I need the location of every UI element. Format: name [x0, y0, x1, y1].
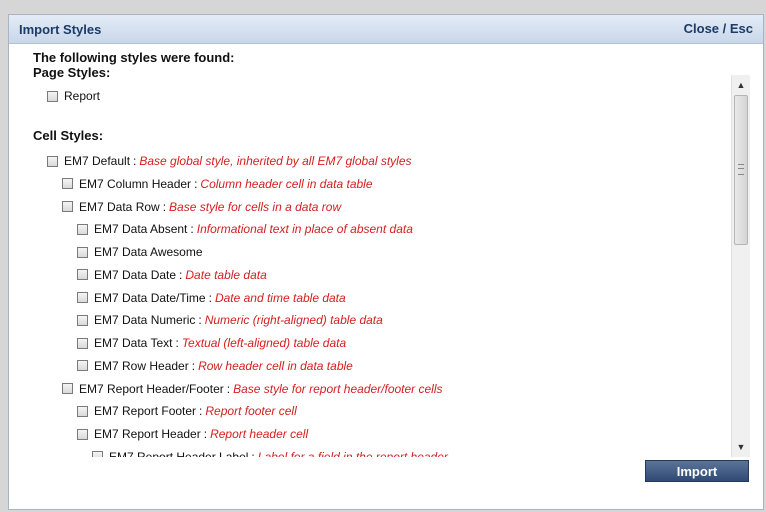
style-checkbox[interactable] — [77, 292, 88, 303]
style-row[interactable]: EM7 Data Date: Date table data — [77, 266, 267, 284]
name-separator: : — [194, 176, 198, 191]
style-row[interactable]: EM7 Data Numeric: Numeric (right-aligned)… — [77, 311, 383, 329]
name-separator: : — [251, 449, 255, 457]
style-checkbox[interactable] — [77, 428, 88, 440]
style-description: Date table data — [185, 267, 267, 282]
style-checkbox[interactable] — [62, 201, 73, 212]
style-name: EM7 Report Header — [94, 427, 201, 441]
styles-list: Page Styles: Report Cell Styles: EM7 Defaul… — [27, 65, 730, 457]
name-separator: : — [208, 290, 212, 305]
section-cell-styles: Cell Styles: — [33, 128, 104, 143]
style-checkbox[interactable] — [77, 314, 88, 326]
style-description: Column header cell in data table — [200, 176, 373, 191]
style-checkbox[interactable] — [62, 178, 73, 190]
name-separator: : — [191, 358, 196, 373]
list-scrollbar[interactable]: ▲ ▼ — [731, 75, 750, 457]
style-row[interactable]: EM7 Row Header: Row header cell in data t… — [77, 357, 353, 375]
scroll-up-icon[interactable]: ▲ — [732, 77, 750, 93]
dialog-title: Import Styles — [19, 22, 102, 37]
import-styles-dialog: Import Styles Close / Esc The following … — [8, 14, 764, 510]
style-checkbox[interactable] — [77, 405, 88, 417]
intro-text: The following styles were found: — [33, 50, 235, 65]
style-description: Base style for report header/footer cell… — [233, 381, 443, 396]
style-name: EM7 Data Date/Time — [94, 290, 206, 305]
name-separator: : — [133, 154, 137, 168]
style-name: EM7 Report Footer — [94, 404, 197, 419]
style-name: EM7 Report Header/Footer — [79, 381, 224, 396]
style-description: Label for a field in the report header — [257, 449, 448, 457]
style-row[interactable]: EM7 Report Header: Report header cell — [77, 425, 308, 443]
style-row[interactable]: EM7 Data Row: Base style for cells in a d… — [62, 198, 341, 216]
close-button[interactable]: Close / Esc — [684, 21, 753, 36]
style-checkbox[interactable] — [77, 337, 88, 349]
style-checkbox[interactable] — [77, 223, 88, 235]
style-row[interactable]: EM7 Default: Base global style, inherited… — [47, 152, 412, 170]
style-name: EM7 Data Row — [79, 199, 160, 214]
grip-icon — [738, 164, 744, 175]
style-name: EM7 Row Header — [94, 358, 189, 373]
section-page-styles: Page Styles: — [33, 65, 111, 80]
dialog-titlebar: Import Styles Close / Esc — [9, 15, 763, 44]
style-description: Row header cell in data table — [198, 358, 353, 373]
style-name: Report — [64, 89, 101, 103]
name-separator: : — [203, 427, 208, 441]
style-description: Date and time table data — [214, 290, 346, 305]
style-name: EM7 Data Text — [94, 336, 173, 350]
style-row[interactable]: EM7 Report Header/Footer: Base style for … — [62, 380, 443, 398]
style-description: Report footer cell — [205, 404, 297, 419]
name-separator: : — [198, 313, 202, 328]
style-description: Report header cell — [210, 427, 309, 441]
name-separator: : — [190, 222, 194, 237]
style-description: Base global style, inherited by all EM7 … — [139, 154, 412, 168]
style-checkbox[interactable] — [77, 360, 88, 372]
style-row[interactable]: EM7 Report Header Label: Label for a fiel… — [92, 448, 448, 457]
style-checkbox[interactable] — [47, 90, 58, 102]
style-description: Informational text in place of absent da… — [196, 222, 413, 237]
style-row[interactable]: EM7 Data Awesome — [77, 243, 203, 261]
style-checkbox[interactable] — [77, 269, 88, 281]
style-name: EM7 Data Date — [94, 267, 177, 282]
name-separator: : — [162, 199, 167, 214]
name-separator: : — [175, 336, 179, 350]
style-name: EM7 Report Header Label — [109, 449, 249, 457]
style-row[interactable]: EM7 Data Date/Time: Date and time table d… — [77, 289, 346, 307]
name-separator: : — [226, 381, 231, 396]
style-description: Base style for cells in a data row — [169, 199, 342, 214]
scrollbar-thumb[interactable] — [734, 95, 748, 245]
style-checkbox[interactable] — [77, 246, 88, 258]
style-name: EM7 Data Absent — [94, 222, 188, 237]
style-row[interactable]: EM7 Data Text: Textual (left-aligned) tab… — [77, 334, 346, 352]
style-name: EM7 Column Header — [79, 176, 192, 191]
scroll-down-icon[interactable]: ▼ — [732, 439, 750, 455]
style-description: Textual (left-aligned) table data — [181, 336, 347, 350]
name-separator: : — [199, 404, 203, 419]
style-name: EM7 Default — [64, 154, 131, 168]
style-name: EM7 Data Numeric — [94, 313, 196, 328]
style-description: Numeric (right-aligned) table data — [204, 313, 383, 328]
style-row[interactable]: EM7 Report Footer: Report footer cell — [77, 402, 297, 420]
name-separator: : — [179, 267, 183, 282]
style-checkbox[interactable] — [92, 451, 103, 457]
style-name: EM7 Data Awesome — [94, 245, 203, 259]
import-button[interactable]: Import — [645, 460, 749, 482]
style-row[interactable]: Report — [47, 87, 100, 105]
style-row[interactable]: EM7 Data Absent: Informational text in pl… — [77, 220, 413, 238]
style-row[interactable]: EM7 Column Header: Column header cell in … — [62, 175, 373, 193]
style-checkbox[interactable] — [62, 383, 73, 394]
style-checkbox[interactable] — [47, 155, 58, 167]
